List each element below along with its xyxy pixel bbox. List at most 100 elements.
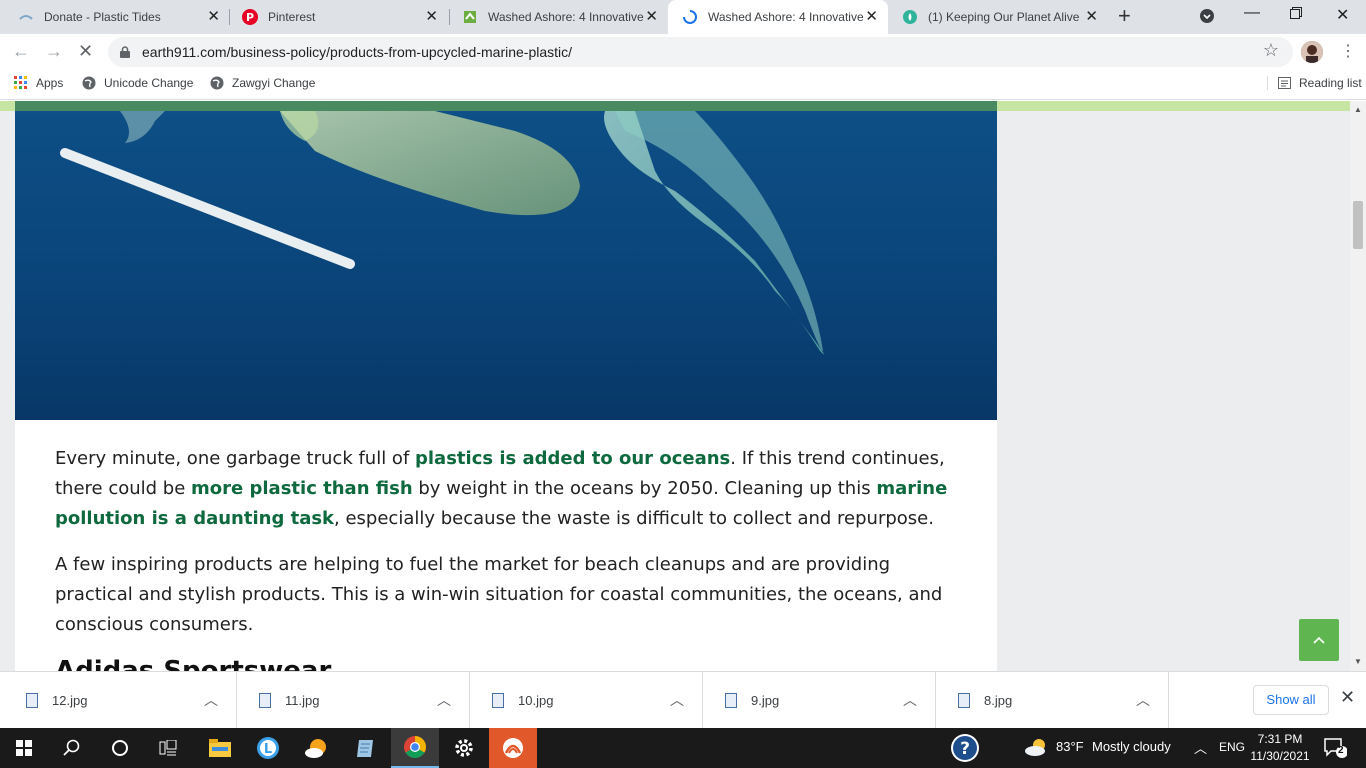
reading-list-icon: [1278, 77, 1291, 89]
notes-app-icon[interactable]: [342, 728, 390, 768]
planet-icon: [902, 9, 918, 25]
settings-gear-icon[interactable]: [440, 728, 488, 768]
svg-text:P: P: [246, 11, 254, 24]
download-item[interactable]: 12.jpg ︿: [4, 672, 237, 729]
new-tab-button[interactable]: +: [1118, 5, 1131, 27]
download-filename: 11.jpg: [285, 693, 320, 708]
scroll-down-arrow-icon[interactable]: ▼: [1354, 657, 1362, 666]
reading-list-label: Reading list: [1299, 76, 1362, 90]
download-item[interactable]: 11.jpg ︿: [237, 672, 470, 729]
weather-app-icon[interactable]: [292, 728, 340, 768]
tab-search-button[interactable]: [1199, 8, 1215, 29]
tab-title: Pinterest: [268, 10, 316, 24]
download-filename: 12.jpg: [52, 693, 88, 708]
start-button[interactable]: [0, 728, 48, 768]
tab-strip: Donate - Plastic Tides ✕ P Pinterest ✕ W…: [0, 0, 1366, 34]
bookmark-label: Unicode Change: [104, 76, 194, 90]
downloads-bar: 12.jpg ︿ 11.jpg ︿ 10.jpg ︿ 9.jpg ︿ 8.jpg ︿ Sh…: [0, 671, 1366, 729]
tab-washed-ashore-active[interactable]: Washed Ashore: 4 Innovative ✕: [668, 0, 888, 34]
file-icon: [259, 693, 271, 708]
bookmark-zawgyi-change[interactable]: Zawgyi Change: [210, 76, 315, 90]
browser-toolbar: ← → ✕ earth911.com/business-policy/produ…: [0, 34, 1366, 70]
window-close-button[interactable]: ✕: [1336, 5, 1349, 25]
forward-button[interactable]: →: [45, 41, 63, 61]
lock-icon: [120, 45, 130, 58]
cortana-icon[interactable]: [96, 728, 144, 768]
task-view-icon[interactable]: [144, 728, 192, 768]
tab-title: Washed Ashore: 4 Innovative: [708, 10, 864, 24]
bookmark-apps[interactable]: Apps: [14, 76, 63, 90]
link-more-plastic-than-fish[interactable]: more plastic than fish: [191, 478, 413, 499]
bookmark-star-icon[interactable]: ☆: [1263, 40, 1279, 61]
system-clock[interactable]: 7:31 PM 11/30/2021: [1248, 731, 1312, 765]
file-icon: [26, 693, 38, 708]
bookmark-label: Zawgyi Change: [232, 76, 316, 90]
hero-image-ocean-plastic: [15, 111, 997, 420]
file-icon: [958, 693, 970, 708]
scrollbar-thumb[interactable]: [1353, 201, 1363, 249]
weather-description[interactable]: Mostly cloudy: [1092, 739, 1171, 754]
clock-time: 7:31 PM: [1257, 732, 1303, 746]
weather-temp[interactable]: 83°F: [1056, 739, 1084, 754]
download-item[interactable]: 10.jpg ︿: [470, 672, 703, 729]
clock-date: 11/30/2021: [1250, 749, 1310, 763]
url-text: earth911.com/business-policy/products-fr…: [142, 44, 573, 60]
download-filename: 9.jpg: [751, 693, 780, 708]
minimize-button[interactable]: —: [1244, 4, 1260, 22]
tab-donate-plastic-tides[interactable]: Donate - Plastic Tides ✕: [4, 0, 230, 34]
vertical-scrollbar[interactable]: ▲ ▼: [1350, 101, 1366, 671]
stop-button[interactable]: ✕: [78, 41, 93, 61]
tab-washed-ashore-1[interactable]: Washed Ashore: 4 Innovative ✕: [448, 0, 668, 34]
file-icon: [725, 693, 737, 708]
show-all-downloads-button[interactable]: Show all: [1253, 685, 1329, 715]
paragraph-text: , especially because the waste is diffic…: [334, 508, 934, 529]
reading-list-button[interactable]: Reading list: [1267, 76, 1362, 90]
language-indicator[interactable]: ENG: [1219, 740, 1245, 754]
chevron-up-icon[interactable]: ︿: [204, 690, 218, 710]
kebab-menu-icon[interactable]: ⋮: [1340, 43, 1356, 61]
tab-pinterest[interactable]: P Pinterest ✕: [228, 0, 448, 34]
paragraph-text: by weight in the oceans by 2050. Cleanin…: [412, 478, 877, 499]
weather-cloud-icon[interactable]: [1024, 737, 1050, 760]
bookmark-label: Apps: [36, 76, 64, 90]
search-icon[interactable]: [48, 728, 96, 768]
profile-avatar[interactable]: [1301, 41, 1323, 63]
paragraph-inspiring-products: A few inspiring products are helping to …: [55, 554, 943, 635]
close-icon[interactable]: ✕: [865, 8, 878, 26]
close-icon[interactable]: ✕: [207, 8, 220, 26]
page-viewport: Every minute, one garbage truck full of …: [0, 101, 1350, 671]
close-downloads-icon[interactable]: ✕: [1340, 687, 1355, 708]
file-icon: [492, 693, 504, 708]
paragraph-text: Every minute, one garbage truck full of: [55, 448, 415, 469]
link-plastics-added-to-oceans[interactable]: plastics is added to our oceans: [415, 448, 730, 469]
file-explorer-icon[interactable]: [196, 728, 244, 768]
close-icon[interactable]: ✕: [645, 8, 658, 26]
address-bar[interactable]: earth911.com/business-policy/products-fr…: [108, 37, 1293, 67]
help-icon[interactable]: ?: [941, 728, 989, 768]
notification-count: 2: [1338, 745, 1344, 756]
chevron-up-icon[interactable]: ︿: [1136, 690, 1150, 710]
chevron-up-icon[interactable]: ︿: [437, 690, 451, 710]
paragraph-intro: Every minute, one garbage truck full of …: [55, 444, 965, 534]
close-icon[interactable]: ✕: [425, 8, 438, 26]
earth911-icon: [462, 9, 478, 25]
windows-taskbar: L ? 83°F Mostly cloudy ︿ ENG 7:31 PM 11/…: [0, 728, 1366, 768]
restore-button[interactable]: [1290, 6, 1302, 24]
bookmarks-bar: Apps Unicode Change Zawgyi Change Readin…: [0, 70, 1366, 100]
chrome-icon[interactable]: [391, 728, 439, 768]
loading-spinner-icon: [682, 9, 698, 25]
tray-chevron-up-icon[interactable]: ︿: [1194, 738, 1207, 757]
scroll-to-top-button[interactable]: [1299, 619, 1339, 661]
back-button[interactable]: ←: [12, 41, 30, 61]
scroll-up-arrow-icon[interactable]: ▲: [1354, 105, 1362, 114]
chevron-up-icon[interactable]: ︿: [903, 690, 917, 710]
app-icon-orange[interactable]: [489, 728, 537, 768]
chevron-up-icon[interactable]: ︿: [670, 690, 684, 710]
bookmark-unicode-change[interactable]: Unicode Change: [82, 76, 193, 90]
close-icon[interactable]: ✕: [1085, 8, 1098, 26]
download-item[interactable]: 9.jpg ︿: [703, 672, 936, 729]
tab-keeping-planet-alive[interactable]: (1) Keeping Our Planet Alive ✕: [888, 0, 1108, 34]
article-container: Every minute, one garbage truck full of …: [15, 111, 997, 671]
l-app-icon[interactable]: L: [244, 728, 292, 768]
download-item[interactable]: 8.jpg ︿: [936, 672, 1169, 729]
